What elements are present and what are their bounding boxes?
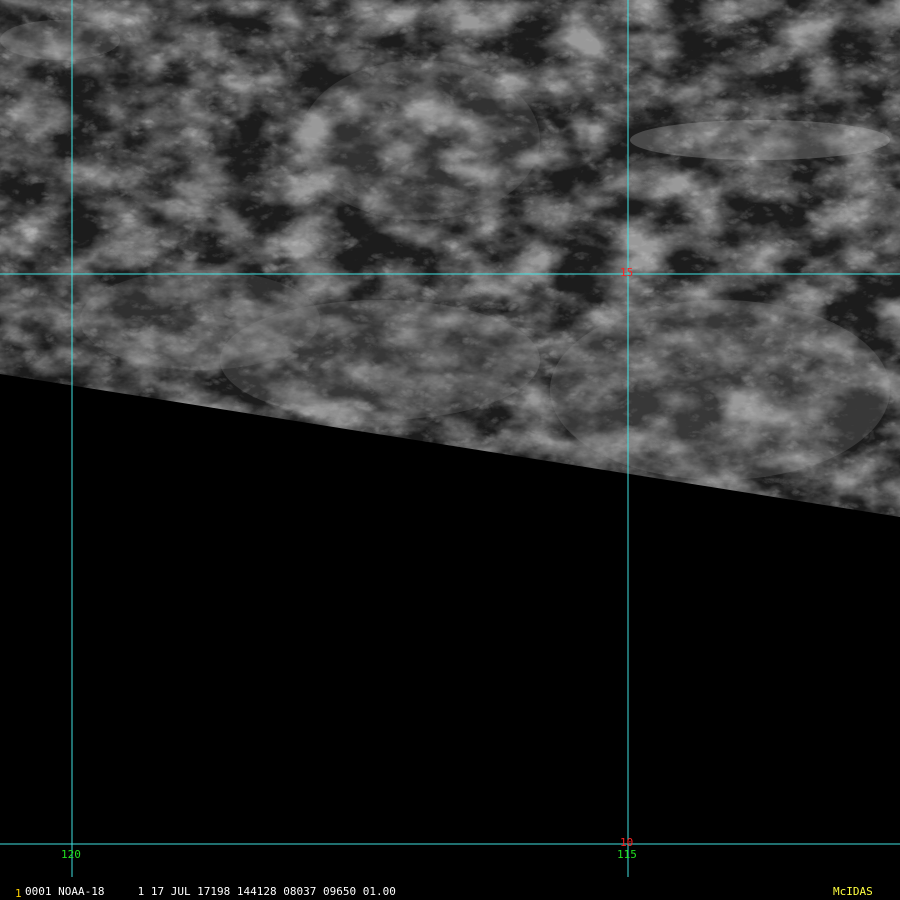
mcidas-logo: McIDAS (833, 885, 873, 898)
cloud-swath (0, 0, 900, 517)
satellite-imagery (0, 0, 900, 900)
frame-number: 1 (15, 887, 22, 900)
latitude-label-15: 15 (620, 266, 634, 279)
longitude-label-120: 120 (61, 848, 81, 861)
image-info-text: 0001 NOAA-18 1 17 JUL 17198 144128 08037… (25, 885, 396, 898)
satellite-image-frame: 15 10 120 115 1 0001 NOAA-18 1 17 JUL 17… (0, 0, 900, 900)
longitude-label-115: 115 (617, 848, 637, 861)
